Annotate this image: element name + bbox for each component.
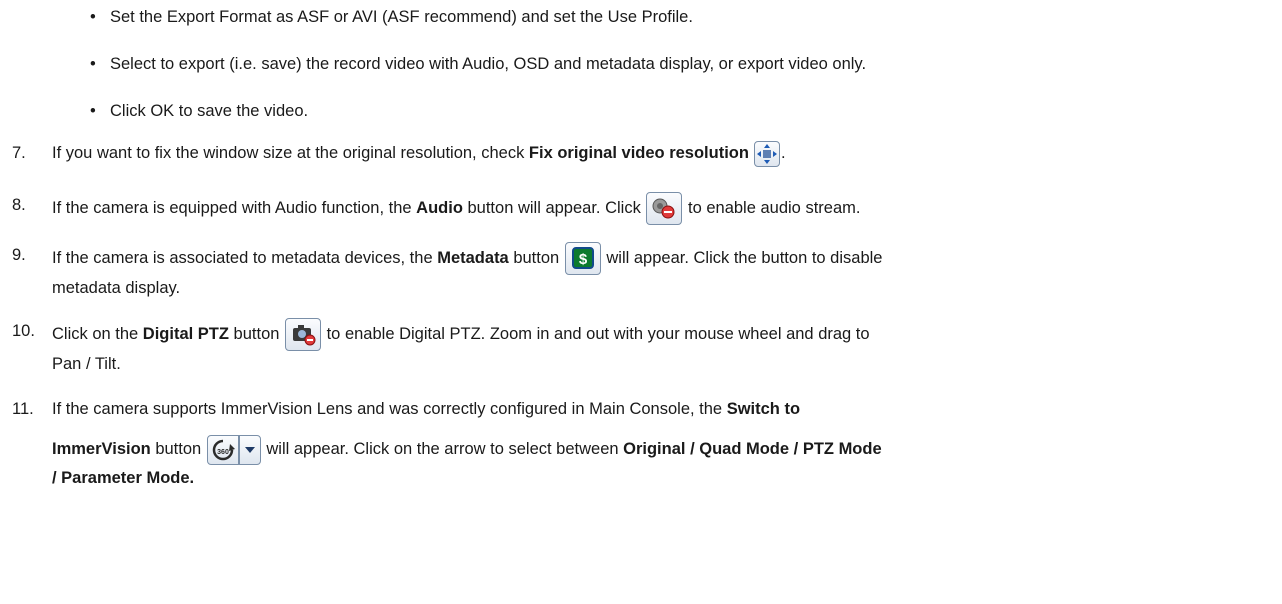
move-arrows-icon[interactable] [753, 140, 780, 167]
step-bold-text: Fix original video resolution [528, 144, 749, 162]
step-text: to enable audio stream. [683, 198, 861, 217]
bullet-text: Set the Export Format as ASF or AVI (ASF… [110, 8, 693, 26]
step-text: button will appear. Click [462, 198, 646, 217]
step-text: Pan / Tilt. [52, 355, 121, 373]
step-text: to enable Digital PTZ. Zoom in and out w… [322, 324, 870, 343]
step-body: If the camera is associated to metadata … [52, 242, 1257, 301]
step-bold-text: ImmerVision [52, 440, 151, 458]
step-text: will appear. Click the button to disable [601, 248, 883, 267]
step-text: button [508, 248, 564, 267]
step-bold-text: Metadata [437, 248, 509, 267]
step-bold-text: Audio [416, 198, 463, 217]
audio-speaker-icon[interactable] [646, 192, 683, 225]
step-body: Click on the Digital PTZ button to enabl… [52, 318, 1257, 377]
step-body: If the camera is equipped with Audio fun… [52, 192, 1257, 225]
bullet-text: Click OK to save the video. [110, 102, 309, 120]
step-body: If you want to fix the window size at th… [52, 140, 1257, 167]
step-text: If you want to fix the window size at th… [52, 144, 529, 162]
step-text: If the camera is associated to metadata … [52, 248, 438, 267]
bullet-dot: • [90, 102, 96, 120]
step-body: If the camera supports ImmerVision Lens … [52, 396, 1257, 491]
step-number: 9. [12, 246, 26, 264]
step-line: / Parameter Mode. [52, 465, 1257, 491]
step-bold-text: / Parameter Mode. [52, 468, 195, 487]
step-number: 10. [12, 322, 35, 340]
step-number: 7. [12, 144, 26, 162]
step-bold-text: Original / Quad Mode / PTZ Mode [623, 440, 882, 458]
dollar-metadata-icon[interactable]: $ [564, 242, 601, 275]
step-text: Click on the [52, 324, 143, 343]
svg-text:$: $ [579, 251, 588, 268]
step-line: ImmerVision button 360 will appear. Clic… [52, 434, 1257, 465]
step-text: If the camera is equipped with Audio fun… [52, 198, 417, 217]
360-rotate-icon[interactable]: 360 [206, 434, 239, 465]
step-bold-text: Digital PTZ [142, 324, 229, 343]
step-line: If the camera supports ImmerVision Lens … [52, 396, 1257, 434]
step-text: button [150, 440, 206, 458]
bullet-dot: • [90, 8, 96, 26]
chevron-down-icon[interactable] [238, 434, 261, 465]
step-bold-text: Switch to [726, 400, 801, 418]
camera-ptz-icon[interactable] [285, 318, 322, 351]
step-text: metadata display. [52, 279, 181, 297]
step-text: . [780, 144, 786, 162]
step-text: will appear. Click on the arrow to selec… [261, 440, 624, 458]
step-text: If the camera supports ImmerVision Lens … [52, 400, 727, 418]
step-number: 11. [12, 400, 34, 418]
bullet-dot: • [90, 55, 96, 73]
step-number: 8. [12, 196, 26, 214]
step-text: button [228, 324, 285, 343]
bullet-text: Select to export (i.e. save) the record … [110, 55, 867, 73]
svg-text:360: 360 [217, 449, 229, 456]
